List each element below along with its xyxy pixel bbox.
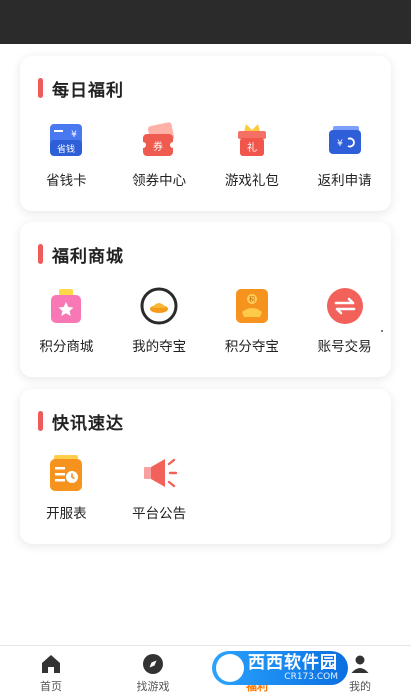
section-title: 每日福利 (52, 80, 124, 101)
my-treasure-button[interactable]: 我的夺宝 (113, 286, 206, 366)
platform-announcement-button[interactable]: 平台公告 (113, 453, 206, 533)
news-express-card: 快讯速达 开服表 平台公告 (20, 389, 391, 544)
tab-label: 找游戏 (136, 680, 170, 693)
svg-text:积: 积 (249, 296, 255, 304)
account-trade-button[interactable]: 账号交易 (298, 286, 391, 366)
section-header: 福利商城 (38, 242, 124, 267)
points-mall-bag-icon (46, 286, 86, 326)
svg-text:¥: ¥ (72, 130, 78, 140)
game-gift-button[interactable]: 礼 游戏礼包 (206, 120, 299, 200)
welfare-mall-card: 福利商城 积分商城 我的夺宝 积 积分夺宝 账号交易 (20, 222, 391, 377)
svg-text:¥: ¥ (337, 139, 343, 149)
account-trade-icon (325, 286, 365, 326)
item-label: 我的夺宝 (132, 339, 187, 355)
watermark-badge: 西西软件园 CR173.COM (212, 651, 348, 685)
tab-label: 首页 (40, 680, 62, 693)
watermark-sub-text: CR173.COM (284, 672, 338, 682)
server-schedule-icon (46, 453, 86, 493)
section-accent-bar (38, 411, 43, 431)
savings-card-button[interactable]: ¥ 省钱 省钱卡 (20, 120, 113, 200)
gift-pack-icon: 礼 (232, 120, 272, 160)
item-label: 平台公告 (132, 506, 187, 522)
section-header: 快讯速达 (38, 409, 124, 434)
item-label: 账号交易 (317, 339, 372, 355)
section-accent-bar (38, 244, 43, 264)
home-icon (39, 652, 63, 676)
item-label: 领券中心 (132, 173, 187, 189)
decorative-dot (381, 330, 383, 332)
watermark-logo-icon (216, 654, 244, 682)
daily-welfare-card: 每日福利 ¥ 省钱 省钱卡 券 领券中心 礼 游戏礼包 ¥ 返利申请 (20, 56, 391, 211)
points-treasure-icon: 积 (232, 286, 272, 326)
my-treasure-icon (139, 286, 179, 326)
item-label: 开服表 (46, 506, 87, 522)
item-label: 省钱卡 (46, 173, 87, 189)
welfare-page: 每日福利 ¥ 省钱 省钱卡 券 领券中心 礼 游戏礼包 ¥ 返利申请 福利商城 … (0, 44, 411, 645)
coupon-center-icon: 券 (139, 120, 179, 160)
status-bar (0, 0, 411, 44)
coupon-center-button[interactable]: 券 领券中心 (113, 120, 206, 200)
watermark-main-text: 西西软件园 (248, 653, 338, 673)
rebate-wallet-icon: ¥ (325, 120, 365, 160)
server-schedule-button[interactable]: 开服表 (20, 453, 113, 533)
tab-home[interactable]: 首页 (0, 646, 102, 695)
item-label: 积分商城 (39, 339, 94, 355)
compass-icon (141, 652, 165, 676)
svg-text:礼: 礼 (247, 141, 257, 154)
section-header: 每日福利 (38, 76, 124, 101)
item-label: 积分夺宝 (224, 339, 279, 355)
section-accent-bar (38, 78, 43, 98)
section-title: 快讯速达 (52, 413, 124, 434)
tab-find-games[interactable]: 找游戏 (102, 646, 204, 695)
svg-text:省钱: 省钱 (57, 143, 75, 155)
announcement-megaphone-icon (139, 453, 179, 493)
savings-card-icon: ¥ 省钱 (46, 120, 86, 160)
points-treasure-button[interactable]: 积 积分夺宝 (206, 286, 299, 366)
rebate-apply-button[interactable]: ¥ 返利申请 (298, 120, 391, 200)
item-label: 游戏礼包 (224, 173, 279, 189)
svg-text:券: 券 (153, 140, 163, 153)
section-title: 福利商城 (52, 246, 124, 267)
watermark: 西西软件园 CR173.COM (212, 648, 392, 688)
item-label: 返利申请 (317, 173, 372, 189)
points-mall-button[interactable]: 积分商城 (20, 286, 113, 366)
